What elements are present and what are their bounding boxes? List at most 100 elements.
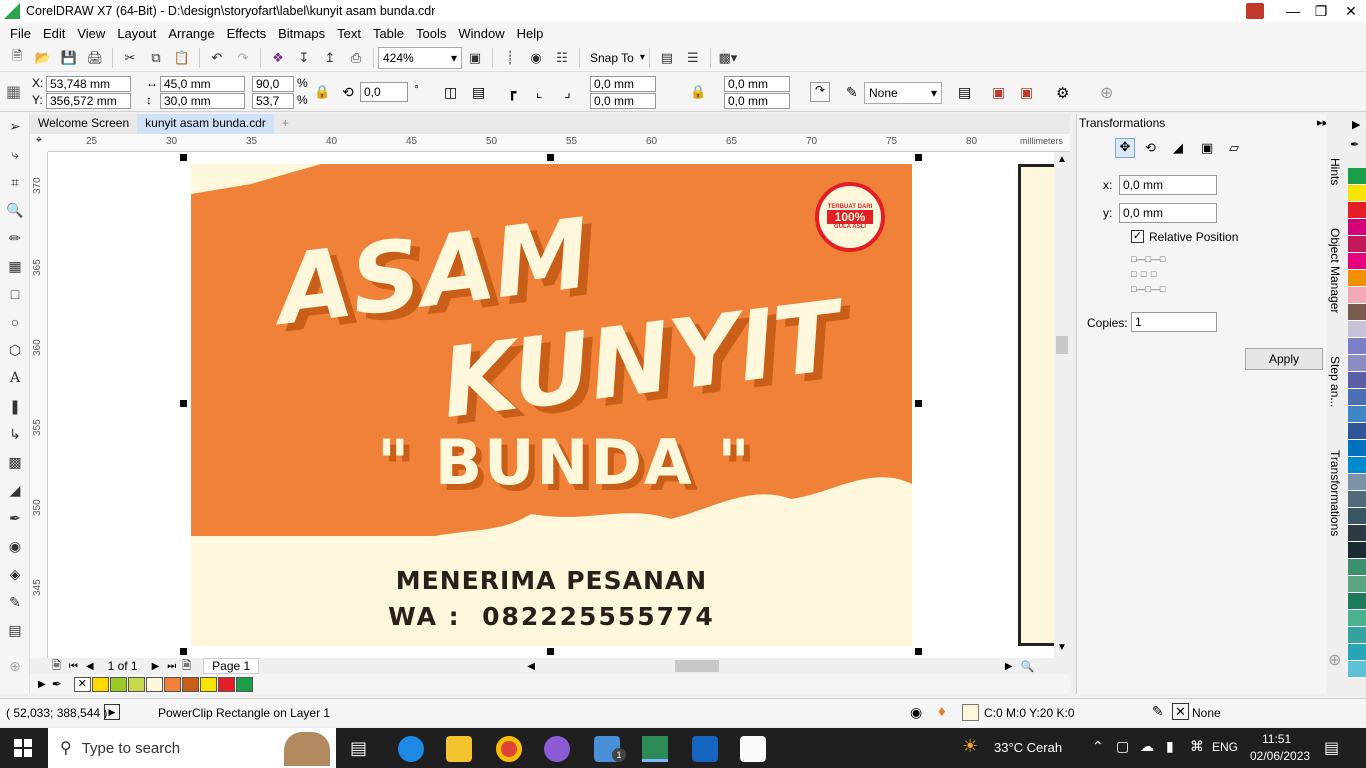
wifi-icon[interactable]: ⌘ xyxy=(1190,738,1204,755)
palette-scroll-icon[interactable]: ▶ xyxy=(1352,118,1360,131)
application-launcher-icon[interactable]: ▩▾ xyxy=(715,46,741,70)
battery-icon[interactable]: ▮ xyxy=(1166,738,1174,755)
palette-eyedropper-icon[interactable]: ✒ xyxy=(1350,138,1364,152)
color-swatch[interactable] xyxy=(1348,372,1366,389)
chamfered-corner-icon[interactable]: ⌟ xyxy=(564,84,571,101)
connector-tool-icon[interactable]: ↳ xyxy=(0,420,30,448)
undo-icon[interactable]: ↶ xyxy=(204,46,230,70)
zoom-navigator-icon[interactable]: 🔍 xyxy=(1021,660,1035,673)
cut-icon[interactable]: ✂ xyxy=(117,46,143,70)
close-icon[interactable]: ✕ xyxy=(1336,0,1366,22)
scale-width-field[interactable]: 90,0 xyxy=(252,76,294,92)
app-icon[interactable] xyxy=(544,736,570,762)
rectangle-tool-icon[interactable]: □ xyxy=(0,280,30,308)
color-swatch[interactable] xyxy=(1348,593,1366,610)
outline-pen-icon[interactable]: ✎ xyxy=(1152,703,1164,720)
menu-effects[interactable]: Effects xyxy=(221,26,273,41)
smart-fill-icon[interactable]: ◈ xyxy=(0,560,30,588)
scroll-up-icon[interactable]: ▲ xyxy=(1057,154,1067,165)
weather-text[interactable]: 33°C Cerah xyxy=(994,740,1062,755)
smart-fill-tool-icon[interactable]: ▦ xyxy=(0,252,30,280)
scroll-right-icon[interactable]: ▶ xyxy=(1005,661,1013,672)
to-back-icon[interactable]: ▣ xyxy=(1020,84,1033,101)
ellipse-tool-icon[interactable]: ○ xyxy=(0,308,30,336)
copy-icon[interactable]: ⧉ xyxy=(143,46,169,70)
no-color-swatch[interactable]: ✕ xyxy=(73,676,91,692)
minimize-icon[interactable]: — xyxy=(1278,0,1308,22)
language-indicator[interactable]: ENG xyxy=(1212,740,1238,754)
menu-view[interactable]: View xyxy=(71,26,111,41)
add-docker-icon[interactable]: ⊕ xyxy=(1328,650,1341,670)
menu-layout[interactable]: Layout xyxy=(111,26,162,41)
color-swatch[interactable] xyxy=(1348,457,1366,474)
menu-arrange[interactable]: Arrange xyxy=(162,26,220,41)
color-swatch[interactable] xyxy=(1348,287,1366,304)
color-swatch[interactable] xyxy=(1348,355,1366,372)
scroll-left-icon[interactable]: ◀ xyxy=(527,661,535,672)
previous-page-icon[interactable]: ◀ xyxy=(86,661,94,672)
color-swatch[interactable] xyxy=(1348,185,1366,202)
color-swatch[interactable] xyxy=(145,676,163,692)
color-swatch[interactable] xyxy=(1348,576,1366,593)
apply-button[interactable]: Apply xyxy=(1245,348,1323,370)
position-mode-icon[interactable]: ✥ xyxy=(1115,138,1135,158)
color-swatch[interactable] xyxy=(1348,219,1366,236)
color-swatch[interactable] xyxy=(1348,525,1366,542)
show-hidden-icons[interactable]: ⌃ xyxy=(1092,738,1104,755)
vertical-ruler[interactable]: 370 365 360 355 350 345 xyxy=(30,152,48,658)
palette-expand-icon[interactable]: ▶ xyxy=(38,679,46,690)
color-swatch[interactable] xyxy=(1348,474,1366,491)
add-icon[interactable]: ⊕ xyxy=(1100,83,1113,103)
horizontal-scroll-thumb[interactable] xyxy=(674,660,719,672)
to-front-icon[interactable]: ▣ xyxy=(992,84,1005,101)
x-offset-field[interactable]: 0,0 mm xyxy=(1119,175,1217,195)
menu-file[interactable]: File xyxy=(4,26,37,41)
color-swatch[interactable] xyxy=(199,676,217,692)
next-page-icon[interactable]: ▶ xyxy=(152,661,160,672)
welcome-screen-icon[interactable]: ▤ xyxy=(654,46,680,70)
menu-bitmaps[interactable]: Bitmaps xyxy=(272,26,331,41)
freehand-tool-icon[interactable]: ✏ xyxy=(0,224,30,252)
page-tab[interactable]: Page 1 xyxy=(203,658,260,674)
size-mode-icon[interactable]: ▣ xyxy=(1201,140,1213,156)
tab-step-and-repeat[interactable]: Step an... xyxy=(1328,356,1342,407)
add-tab-icon[interactable]: + xyxy=(274,114,297,134)
task-view-icon[interactable]: ▤ xyxy=(350,738,367,759)
first-page-icon[interactable]: ⏮ xyxy=(69,661,78,672)
corner-top-right-field[interactable]: 0,0 mm xyxy=(724,76,790,92)
corner-top-left-field[interactable]: 0,0 mm xyxy=(590,76,656,92)
color-swatch[interactable] xyxy=(1348,389,1366,406)
import-icon[interactable]: ↧ xyxy=(291,46,317,70)
interactive-fill-tool-icon[interactable]: ◉ xyxy=(0,532,30,560)
outline-width-select[interactable]: None ▾ xyxy=(864,82,942,104)
lock-ratio-icon[interactable]: 🔒 xyxy=(314,84,330,100)
y-offset-field[interactable]: 0,0 mm xyxy=(1119,203,1217,223)
redo-icon[interactable]: ↷ xyxy=(230,46,256,70)
notifications-icon[interactable]: ▤ xyxy=(1324,738,1339,758)
scale-height-field[interactable]: 53,7 xyxy=(252,93,294,109)
selection-handle-top-left[interactable] xyxy=(180,154,187,161)
label-artwork[interactable]: ASAM KUNYIT " BUNDA " TERBUAT DARI 100% … xyxy=(191,164,912,646)
color-swatch[interactable] xyxy=(1348,440,1366,457)
zoom-level-select[interactable]: 424% ▾ xyxy=(378,46,462,69)
edge-browser-icon[interactable] xyxy=(398,736,424,762)
color-swatch[interactable] xyxy=(1348,304,1366,321)
menu-table[interactable]: Table xyxy=(367,26,410,41)
color-swatch[interactable] xyxy=(181,676,199,692)
drop-shadow-tool-icon[interactable]: ▩ xyxy=(0,448,30,476)
selection-handle-left[interactable] xyxy=(180,400,187,407)
scale-mirror-mode-icon[interactable]: ◢ xyxy=(1173,140,1183,156)
search-content-icon[interactable]: ❖ xyxy=(265,46,291,70)
user-avatar[interactable] xyxy=(1246,3,1264,19)
last-page-icon[interactable]: ⏭ xyxy=(167,661,176,672)
tab-welcome-screen[interactable]: Welcome Screen xyxy=(30,114,137,134)
scalloped-corner-icon[interactable]: ⌞ xyxy=(536,84,543,101)
coreldraw-taskbar-icon[interactable] xyxy=(642,736,668,762)
pick-tool-icon[interactable]: ➢ xyxy=(0,112,30,140)
restore-icon[interactable]: ❐ xyxy=(1306,0,1336,22)
skew-mode-icon[interactable]: ▱ xyxy=(1229,140,1239,156)
snap-to-dropdown[interactable]: Snap To xyxy=(584,51,640,65)
object-height-field[interactable]: 30,0 mm xyxy=(160,93,245,109)
rotate-mode-icon[interactable]: ⟲ xyxy=(1145,140,1156,156)
selection-handle-right[interactable] xyxy=(915,400,922,407)
